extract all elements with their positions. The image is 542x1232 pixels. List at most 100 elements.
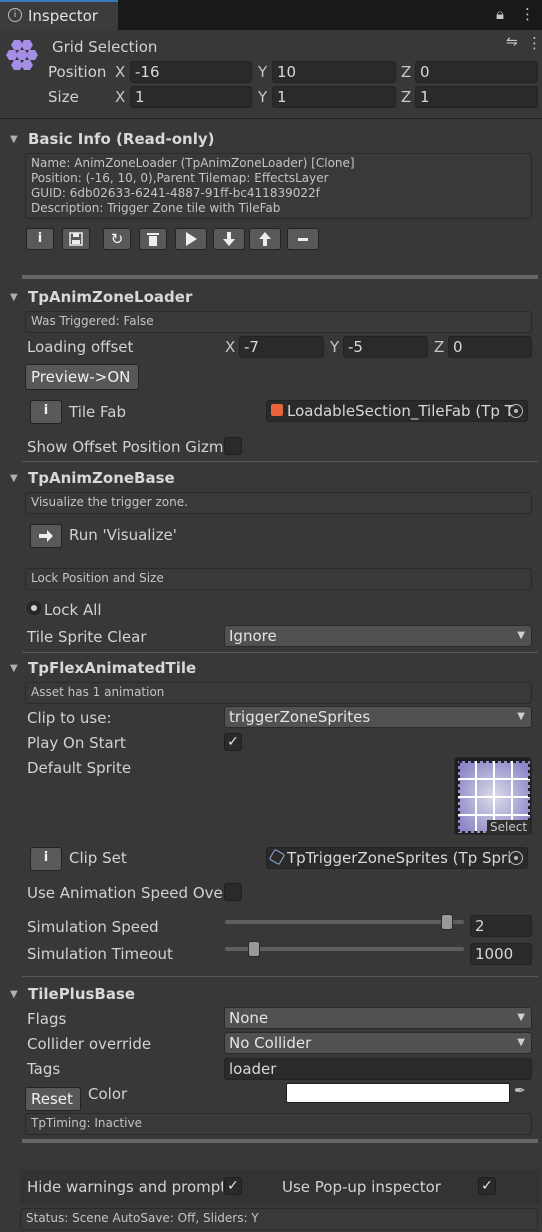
tileplus-base-header[interactable]: TilePlusBase bbox=[28, 985, 135, 1003]
flags-label: Flags bbox=[27, 1010, 67, 1028]
flex-animated-header[interactable]: TpFlexAnimatedTile bbox=[28, 659, 196, 677]
right-arrow-icon bbox=[39, 530, 53, 542]
collider-dropdown[interactable]: No Collider ▼ bbox=[224, 1032, 532, 1054]
lock-all-radio[interactable] bbox=[27, 601, 41, 615]
tab-bar: i Inspector 🔒︎ ⋮ bbox=[0, 0, 542, 30]
tab-inspector[interactable]: i Inspector bbox=[0, 0, 118, 30]
eyedropper-icon[interactable]: ✒ bbox=[514, 1083, 526, 1099]
foldout-arrow-icon[interactable]: ▼ bbox=[10, 473, 18, 484]
sim-timeout-slider-thumb[interactable] bbox=[247, 941, 260, 957]
tile-fab-value: LoadableSection_TileFab (Tp T bbox=[287, 402, 514, 420]
offset-y-field[interactable]: -5 bbox=[343, 336, 428, 358]
offset-x-field[interactable]: -7 bbox=[239, 336, 324, 358]
status-bar: Status: Scene AutoSave: Off, Sliders: Y bbox=[20, 1208, 538, 1230]
lock-all-label: Lock All bbox=[44, 601, 102, 619]
foldout-arrow-icon[interactable]: ▼ bbox=[10, 134, 18, 145]
play-on-start-label: Play On Start bbox=[27, 734, 126, 752]
info-icon: i bbox=[8, 8, 22, 22]
info-guid-line: GUID: 6db02633-6241-4887-91ff-bc41183902… bbox=[31, 186, 320, 200]
tile-fab-label: Tile Fab bbox=[69, 403, 126, 421]
foldout-arrow-icon[interactable]: ▼ bbox=[10, 292, 18, 303]
reset-button[interactable]: Reset bbox=[25, 1087, 81, 1111]
dropdown-arrow-icon: ▼ bbox=[517, 1037, 525, 1048]
collider-label: Collider override bbox=[27, 1035, 152, 1053]
anim-zone-base-header[interactable]: TpAnimZoneBase bbox=[28, 469, 175, 487]
info-button[interactable]: i bbox=[26, 228, 54, 250]
down-arrow-button[interactable] bbox=[213, 228, 245, 250]
sim-speed-slider[interactable] bbox=[225, 920, 464, 924]
size-x-field[interactable]: 1 bbox=[130, 86, 252, 108]
info-name-line: Name: AnimZoneLoader (TpAnimZoneLoader) … bbox=[31, 156, 355, 170]
sprite-select-label[interactable]: Select bbox=[487, 820, 531, 834]
popup-inspector-checkbox[interactable]: ✓ bbox=[478, 1177, 496, 1195]
tile-fab-field[interactable]: LoadableSection_TileFab (Tp T bbox=[266, 400, 528, 422]
play-on-start-checkbox[interactable]: ✓ bbox=[224, 733, 242, 751]
minus-button[interactable] bbox=[287, 228, 319, 250]
size-y-axis: Y bbox=[258, 88, 268, 106]
tags-field[interactable]: loader bbox=[224, 1058, 532, 1080]
size-y-field[interactable]: 1 bbox=[272, 86, 396, 108]
show-offset-label: Show Offset Position Gizmo bbox=[27, 438, 223, 456]
tags-label: Tags bbox=[27, 1060, 61, 1078]
kebab-menu-icon[interactable]: ⋮ bbox=[520, 5, 535, 23]
use-anim-speed-checkbox[interactable] bbox=[224, 883, 242, 901]
foldout-arrow-icon[interactable]: ▼ bbox=[10, 989, 18, 1000]
loading-offset-label: Loading offset bbox=[27, 338, 134, 356]
sim-timeout-slider[interactable] bbox=[225, 947, 464, 951]
sim-speed-slider-thumb[interactable] bbox=[440, 914, 453, 930]
clip-set-info-button[interactable]: i bbox=[30, 847, 62, 871]
minus-icon bbox=[298, 238, 308, 241]
hex-grid-icon bbox=[6, 38, 38, 72]
up-arrow-button[interactable] bbox=[249, 228, 281, 250]
play-icon bbox=[186, 232, 197, 246]
dropdown-arrow-icon: ▼ bbox=[517, 630, 525, 641]
up-arrow-icon bbox=[259, 232, 271, 246]
clip-set-field[interactable]: TpTriggerZoneSprites (Tp Spri bbox=[266, 847, 528, 869]
anim-zone-loader-header[interactable]: TpAnimZoneLoader bbox=[28, 288, 192, 306]
default-sprite-label: Default Sprite bbox=[27, 759, 132, 777]
tile-sprite-clear-dropdown[interactable]: Ignore ▼ bbox=[224, 625, 532, 647]
trash-icon bbox=[147, 233, 159, 246]
sim-timeout-field[interactable]: 1000 bbox=[470, 943, 532, 965]
run-visualize-button[interactable] bbox=[30, 524, 62, 548]
size-label: Size bbox=[48, 88, 79, 106]
clip-dropdown[interactable]: triggerZoneSprites ▼ bbox=[224, 706, 532, 728]
refresh-button[interactable]: ↻ bbox=[103, 228, 131, 250]
lock-icon[interactable]: 🔒︎ bbox=[496, 5, 504, 23]
preview-button[interactable]: Preview->ON bbox=[25, 364, 139, 390]
scriptable-asset-icon bbox=[268, 848, 286, 866]
offset-z-field[interactable]: 0 bbox=[448, 336, 532, 358]
save-button[interactable] bbox=[62, 228, 90, 250]
settings-sliders-icon[interactable]: ⇋ bbox=[506, 34, 518, 50]
show-offset-checkbox[interactable] bbox=[224, 437, 242, 455]
play-button[interactable] bbox=[175, 228, 207, 250]
foldout-arrow-icon[interactable]: ▼ bbox=[10, 663, 18, 674]
clip-set-value: TpTriggerZoneSprites (Tp Spri bbox=[287, 849, 512, 867]
visualize-help-box: Visualize the trigger zone. bbox=[25, 492, 532, 514]
hide-warnings-label: Hide warnings and prompts bbox=[27, 1178, 223, 1196]
size-z-field[interactable]: 1 bbox=[415, 86, 538, 108]
basic-info-header[interactable]: Basic Info (Read-only) bbox=[28, 130, 214, 148]
flags-dropdown[interactable]: None ▼ bbox=[224, 1007, 532, 1029]
color-field[interactable] bbox=[286, 1083, 510, 1103]
sim-speed-field[interactable]: 2 bbox=[470, 915, 532, 937]
position-z-field[interactable]: 0 bbox=[415, 61, 538, 83]
position-z-axis: Z bbox=[401, 63, 412, 81]
default-sprite-field[interactable]: Select bbox=[454, 757, 532, 835]
kebab-menu-icon[interactable]: ⋮ bbox=[527, 34, 542, 52]
object-picker-icon[interactable] bbox=[509, 404, 523, 418]
basic-info-box: Name: AnimZoneLoader (TpAnimZoneLoader) … bbox=[25, 153, 532, 219]
tile-fab-info-button[interactable]: i bbox=[30, 400, 62, 424]
position-y-field[interactable]: 10 bbox=[272, 61, 396, 83]
position-x-field[interactable]: -16 bbox=[130, 61, 252, 83]
dropdown-arrow-icon: ▼ bbox=[517, 1012, 525, 1023]
delete-button[interactable] bbox=[139, 228, 167, 250]
clip-value: triggerZoneSprites bbox=[229, 708, 371, 726]
hide-warnings-checkbox[interactable]: ✓ bbox=[224, 1177, 242, 1195]
clip-label: Clip to use: bbox=[27, 709, 112, 727]
info-position-line: Position: (-16, 10, 0),Parent Tilemap: E… bbox=[31, 171, 329, 185]
object-picker-icon[interactable] bbox=[509, 851, 523, 865]
tab-inspector-label: Inspector bbox=[28, 7, 98, 25]
offset-x-axis: X bbox=[225, 338, 236, 356]
divider bbox=[22, 652, 538, 653]
